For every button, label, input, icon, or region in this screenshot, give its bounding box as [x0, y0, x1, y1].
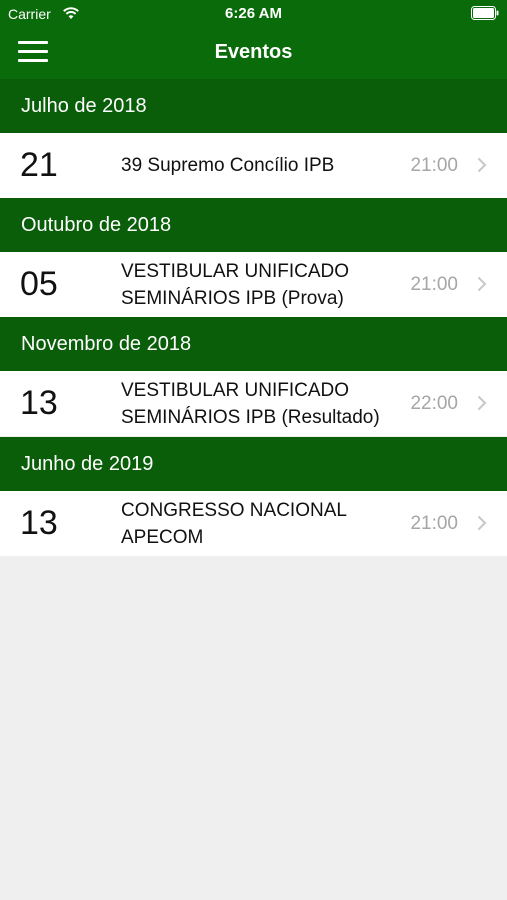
section-header: Julho de 2018 [0, 79, 507, 133]
event-row[interactable]: 13 CONGRESSO NACIONAL APECOM 21:00 [0, 491, 507, 556]
event-time: 21:00 [410, 155, 458, 176]
event-day: 13 [20, 504, 58, 542]
chevron-right-icon [477, 515, 487, 531]
event-row[interactable]: 05 VESTIBULAR UNIFICADO SEMINÁRIOS IPB (… [0, 252, 507, 317]
event-row[interactable]: 13 VESTIBULAR UNIFICADO SEMINÁRIOS IPB (… [0, 371, 507, 436]
navigation-bar: Eventos [0, 28, 507, 79]
chevron-right-icon [477, 157, 487, 173]
section-header: Outubro de 2018 [0, 198, 507, 252]
battery-icon [471, 6, 499, 20]
section-header: Junho de 2019 [0, 437, 507, 491]
event-day: 13 [20, 384, 58, 422]
status-time: 6:26 AM [225, 5, 282, 22]
event-row[interactable]: 21 39 Supremo Concílio IPB 21:00 [0, 133, 507, 198]
status-bar: Carrier 6:26 AM [0, 0, 507, 28]
event-day: 21 [20, 146, 58, 184]
event-title: VESTIBULAR UNIFICADO SEMINÁRIOS IPB (Pro… [121, 260, 350, 309]
event-title: CONGRESSO NACIONAL APECOM [121, 499, 347, 548]
event-title: 39 Supremo Concílio IPB [121, 155, 335, 176]
event-time: 21:00 [410, 274, 458, 295]
event-time: 21:00 [410, 513, 458, 534]
event-day: 05 [20, 265, 58, 303]
section-header: Novembro de 2018 [0, 317, 507, 371]
chevron-right-icon [477, 276, 487, 292]
page-title: Eventos [214, 41, 293, 63]
event-time: 22:00 [410, 393, 458, 414]
event-title: VESTIBULAR UNIFICADO SEMINÁRIOS IPB (Res… [121, 379, 380, 428]
chevron-right-icon [477, 395, 487, 411]
